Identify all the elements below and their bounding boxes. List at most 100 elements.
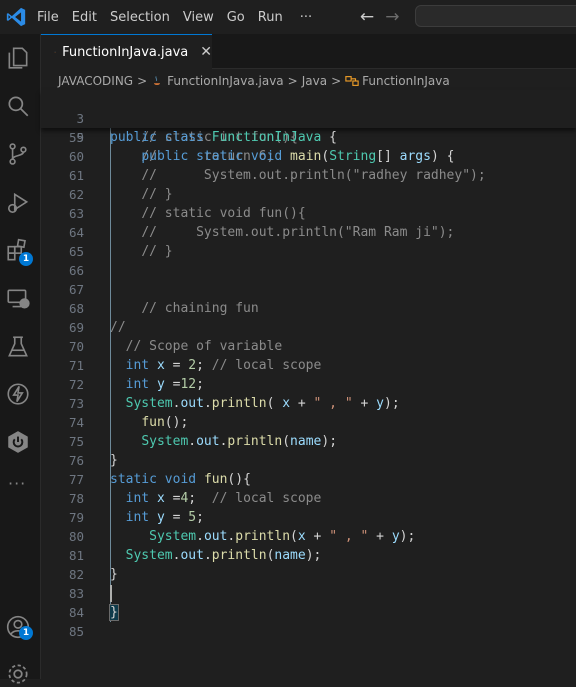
- code-line[interactable]: 62 // }: [41, 185, 576, 204]
- code-text: // chaining fun: [141, 301, 259, 316]
- code-line[interactable]: 80 System.out.println(x + " , " + y);: [41, 527, 576, 546]
- breadcrumb-root[interactable]: JAVACODING: [58, 74, 133, 88]
- line-number: 5: [76, 130, 84, 145]
- code-line[interactable]: 72 int y =12;: [41, 375, 576, 394]
- code-line[interactable]: 82}: [41, 565, 576, 584]
- code-line[interactable]: 79 int y = 5;: [41, 508, 576, 527]
- code-line[interactable]: 73 System.out.println( x + " , " + y);: [41, 394, 576, 413]
- line-number: 65: [68, 244, 84, 259]
- run-debug-icon[interactable]: [5, 190, 31, 216]
- power-hexagon-icon[interactable]: [5, 429, 31, 455]
- command-center-search[interactable]: [415, 5, 576, 27]
- code-line[interactable]: 75 System.out.println(name);: [41, 432, 576, 451]
- code-line[interactable]: 71 int x = 2; // local scope: [41, 356, 576, 375]
- more-views-icon[interactable]: ···: [8, 474, 26, 493]
- close-icon[interactable]: ✕: [200, 44, 212, 60]
- menu-selection[interactable]: Selection: [110, 10, 170, 25]
- code-line[interactable]: 78 int x =4; // local scope: [41, 489, 576, 508]
- code-line[interactable]: 85: [41, 622, 576, 641]
- title-bar: File Edit Selection View Go Run ··· ← →: [0, 0, 576, 34]
- search-icon[interactable]: [5, 93, 31, 119]
- line-number: 77: [68, 472, 84, 487]
- code-text: // System.out.println("Ram Ram ji");: [141, 225, 455, 240]
- code-text: System.out.println(name);: [141, 434, 338, 449]
- settings-gear-icon[interactable]: [5, 661, 31, 687]
- sticky-scroll-header[interactable]: 3 public class FunctionInJava { 5 public…: [41, 90, 576, 164]
- line-number: 78: [68, 491, 84, 506]
- line-number: 63: [68, 206, 84, 221]
- source-control-icon[interactable]: [5, 141, 31, 167]
- code-text: // }: [141, 244, 173, 259]
- code-text: int x =4; // local scope: [125, 491, 322, 506]
- code-line[interactable]: 63 // static void fun(){: [41, 204, 576, 223]
- line-number: 66: [68, 263, 84, 278]
- breadcrumb-separator: >: [137, 74, 148, 88]
- breadcrumb-symbol-class[interactable]: FunctionInJava: [362, 74, 450, 88]
- code-editor[interactable]: 3 public class FunctionInJava { 5 public…: [41, 90, 576, 679]
- line-number: 69: [68, 320, 84, 335]
- code-line[interactable]: 65 // }: [41, 242, 576, 261]
- extensions-badge: 1: [19, 252, 33, 266]
- menu-run[interactable]: Run: [258, 10, 283, 25]
- java-file-icon: [154, 76, 161, 85]
- code-text: public static void main(String[] args) {: [141, 149, 455, 164]
- vscode-logo-icon[interactable]: [5, 6, 27, 28]
- code-text: //: [110, 320, 126, 335]
- line-number: 76: [68, 453, 84, 468]
- code-text: int y = 5;: [125, 510, 204, 525]
- code-text: // static void fun(){: [141, 206, 306, 221]
- menu-edit[interactable]: Edit: [72, 10, 97, 25]
- line-number: 83: [68, 586, 84, 601]
- code-text: int x = 2; // local scope: [125, 358, 322, 373]
- testing-flask-icon[interactable]: [5, 334, 31, 360]
- remote-explorer-icon[interactable]: [5, 286, 31, 312]
- tab-functioninjava[interactable]: FunctionInJava.java ✕: [41, 34, 212, 69]
- line-number: 72: [68, 377, 84, 392]
- breadcrumb-symbol-java[interactable]: Java: [302, 74, 327, 88]
- text-cursor: [110, 585, 112, 602]
- matched-brace: }: [109, 604, 119, 621]
- code-text: fun();: [141, 415, 189, 430]
- editor-tab-bar: FunctionInJava.java ✕: [41, 34, 576, 69]
- sticky-line[interactable]: 3 public class FunctionInJava {: [41, 90, 576, 145]
- back-arrow-icon[interactable]: ←: [357, 7, 377, 27]
- line-number: 74: [68, 415, 84, 430]
- code-line[interactable]: 69 //: [41, 318, 576, 337]
- line-number: 73: [68, 396, 84, 411]
- explorer-files-icon[interactable]: [5, 45, 31, 71]
- lightning-icon[interactable]: [5, 381, 31, 407]
- line-number: 68: [68, 301, 84, 316]
- code-text: System.out.println(x + " , " + y);: [149, 529, 416, 544]
- code-line[interactable]: 84}: [41, 603, 576, 622]
- code-line[interactable]: 76}: [41, 451, 576, 470]
- code-line[interactable]: 68 // chaining fun: [41, 299, 576, 318]
- line-number: 80: [68, 529, 84, 544]
- menu-more-icon[interactable]: ···: [300, 10, 312, 25]
- code-line[interactable]: 74 fun();: [41, 413, 576, 432]
- code-line[interactable]: 67: [41, 280, 576, 299]
- code-line[interactable]: 66: [41, 261, 576, 280]
- code-text: // }: [141, 187, 173, 202]
- code-text: static void fun(){: [110, 472, 251, 487]
- code-line[interactable]: 77 static void fun(){: [41, 470, 576, 489]
- menu-file[interactable]: File: [37, 10, 59, 25]
- forward-arrow-icon[interactable]: →: [382, 7, 402, 27]
- breadcrumb-file[interactable]: FunctionInJava.java: [167, 74, 284, 88]
- code-text: }: [110, 453, 118, 468]
- code-line[interactable]: 81 System.out.println(name);: [41, 546, 576, 565]
- line-number: 71: [68, 358, 84, 373]
- code-line[interactable]: 61 // System.out.println("radhey radhey"…: [41, 166, 576, 185]
- code-line[interactable]: 70 // Scope of variable: [41, 337, 576, 356]
- code-line[interactable]: 64 // System.out.println("Ram Ram ji");: [41, 223, 576, 242]
- line-number: 79: [68, 510, 84, 525]
- code-text: // Scope of variable: [125, 339, 283, 354]
- java-file-icon: [54, 51, 56, 53]
- line-number: 67: [68, 282, 84, 297]
- line-number: 82: [68, 567, 84, 582]
- code-line[interactable]: 83: [41, 584, 576, 603]
- code-text: }: [109, 603, 119, 622]
- sticky-line[interactable]: 5 public static void main(String[] args)…: [41, 109, 576, 164]
- menu-view[interactable]: View: [183, 10, 214, 25]
- line-number: 84: [68, 605, 84, 620]
- menu-go[interactable]: Go: [227, 10, 245, 25]
